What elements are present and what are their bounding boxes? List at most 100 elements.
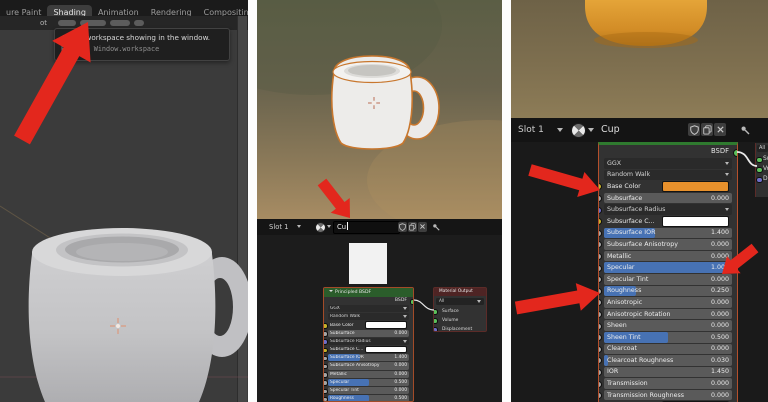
node-row-metallic[interactable]: Metallic0.000 xyxy=(604,251,732,262)
output-target-dropdown[interactable]: All xyxy=(436,298,484,305)
output-target-dropdown[interactable]: All xyxy=(757,145,768,152)
gray-socket-icon[interactable] xyxy=(599,369,602,376)
output-socket-surface[interactable]: Surface xyxy=(756,154,768,164)
node-row-transmission-roughness[interactable]: Transmission Roughness0.000 xyxy=(604,390,732,401)
yellow-socket-icon[interactable] xyxy=(324,348,328,354)
chevron-down-icon[interactable] xyxy=(557,128,563,132)
color-swatch[interactable] xyxy=(365,321,407,328)
gray-socket-icon[interactable] xyxy=(599,230,602,237)
node-row-subsurface-c-[interactable]: Subsurface C... xyxy=(604,216,732,227)
node-row-subsurface-radius[interactable]: Subsurface Radius xyxy=(604,204,732,215)
gray-socket-icon[interactable] xyxy=(599,241,602,248)
green-socket-icon[interactable] xyxy=(433,309,438,315)
gray-socket-icon[interactable] xyxy=(599,346,602,353)
output-socket-volume[interactable]: Volume xyxy=(434,316,486,325)
node-row-sheen[interactable]: Sheen0.000 xyxy=(604,320,732,331)
principled-bsdf-node-zoomed[interactable]: BSDF GGXRandom WalkBase ColorSubsurface0… xyxy=(598,142,738,402)
copy-icon[interactable] xyxy=(408,222,417,232)
gray-socket-icon[interactable] xyxy=(599,311,602,318)
fake-user-shield-icon[interactable] xyxy=(688,123,700,136)
white-mug-3d-object[interactable] xyxy=(257,0,502,219)
gray-socket-icon[interactable] xyxy=(324,380,328,386)
node-row-subsurface-c-[interactable]: Subsurface C... xyxy=(328,346,409,353)
material-output-node[interactable]: Material Output All SurfaceVolumeDisplac… xyxy=(433,287,487,332)
shader-node-editor[interactable]: BSDF GGXRandom WalkBase ColorSubsurface0… xyxy=(511,142,768,402)
pin-icon[interactable] xyxy=(431,222,440,232)
gray-socket-icon[interactable] xyxy=(324,372,328,378)
output-socket-displacement[interactable]: Displacement xyxy=(434,325,486,333)
node-row-specular-tint[interactable]: Specular Tint0.000 xyxy=(328,387,409,394)
node-row-ior[interactable]: IOR1.450 xyxy=(604,367,732,378)
green-socket-icon[interactable] xyxy=(433,318,438,324)
output-socket-volume[interactable]: Volume xyxy=(756,164,768,174)
gray-socket-icon[interactable] xyxy=(599,276,602,283)
material-name-input[interactable]: Cu xyxy=(333,221,400,234)
output-socket-surface[interactable]: Surface xyxy=(434,307,486,316)
slot-selector[interactable]: Slot 1 xyxy=(269,223,289,231)
green-socket-icon[interactable] xyxy=(756,167,763,174)
color-swatch[interactable] xyxy=(365,346,407,353)
yellow-socket-icon[interactable] xyxy=(599,218,602,225)
node-row-random-walk[interactable]: Random Walk xyxy=(604,170,732,181)
color-swatch[interactable] xyxy=(662,181,729,192)
node-row-sheen-tint[interactable]: Sheen Tint0.500 xyxy=(604,332,732,343)
shader-node-editor[interactable]: Principled BSDF BSDF GGXRandom WalkBase … xyxy=(257,235,502,402)
node-row-specular-tint[interactable]: Specular Tint0.000 xyxy=(604,274,732,285)
material-name-input[interactable]: Cup xyxy=(601,124,620,135)
node-row-ggx[interactable]: GGX xyxy=(604,158,732,169)
copy-icon[interactable] xyxy=(701,123,713,136)
pin-icon[interactable] xyxy=(739,123,751,136)
material-sphere-icon[interactable] xyxy=(315,222,326,233)
node-row-base-color[interactable]: Base Color xyxy=(328,321,409,328)
gray-socket-icon[interactable] xyxy=(599,265,602,272)
node-row-clearcoat[interactable]: Clearcoat0.000 xyxy=(604,344,732,355)
bsdf-output-socket-row[interactable]: BSDF xyxy=(599,145,737,158)
node-row-ggx[interactable]: GGX xyxy=(328,305,409,312)
node-row-subsurface-radius[interactable]: Subsurface Radius xyxy=(328,338,409,345)
principled-bsdf-node[interactable]: Principled BSDF BSDF GGXRandom WalkBase … xyxy=(323,287,414,402)
node-row-subsurface[interactable]: Subsurface0.000 xyxy=(604,193,732,204)
purple-socket-icon[interactable] xyxy=(433,327,438,332)
node-row-metallic[interactable]: Metallic0.000 xyxy=(328,371,409,378)
node-row-subsurface-ior[interactable]: Subsurface IOR1.400 xyxy=(328,354,409,361)
slot-selector[interactable]: Slot 1 xyxy=(518,125,544,135)
green-socket-icon[interactable] xyxy=(756,157,763,164)
gray-socket-icon[interactable] xyxy=(599,392,602,399)
node-row-subsurface-anisotropy[interactable]: Subsurface Anisotropy0.000 xyxy=(604,239,732,250)
purple-socket-icon[interactable] xyxy=(599,207,602,214)
node-row-transmission[interactable]: Transmission0.000 xyxy=(604,378,732,389)
node-header[interactable]: Principled BSDF xyxy=(324,288,413,297)
gray-socket-icon[interactable] xyxy=(599,195,602,202)
purple-socket-icon[interactable] xyxy=(324,339,328,345)
color-swatch[interactable] xyxy=(662,216,729,227)
output-socket-displacement[interactable]: Displacement xyxy=(756,174,768,184)
purple-socket-icon[interactable] xyxy=(756,177,763,184)
node-row-subsurface-ior[interactable]: Subsurface IOR1.400 xyxy=(604,228,732,239)
node-row-roughness[interactable]: Roughness0.500 xyxy=(328,395,409,402)
close-icon[interactable] xyxy=(714,123,726,136)
shading-viewport[interactable] xyxy=(257,0,502,219)
node-row-clearcoat-roughness[interactable]: Clearcoat Roughness0.030 xyxy=(604,355,732,366)
chevron-down-icon[interactable] xyxy=(327,225,331,228)
node-row-anisotropic-rotation[interactable]: Anisotropic Rotation0.000 xyxy=(604,309,732,320)
node-row-random-walk[interactable]: Random Walk xyxy=(328,313,409,320)
shader-socket-icon[interactable] xyxy=(733,149,738,157)
gray-socket-icon[interactable] xyxy=(599,288,602,295)
close-icon[interactable] xyxy=(418,222,427,232)
node-row-specular[interactable]: Specular0.500 xyxy=(328,379,409,386)
yellow-socket-icon[interactable] xyxy=(324,323,328,329)
fake-user-shield-icon[interactable] xyxy=(398,222,407,232)
gray-socket-icon[interactable] xyxy=(324,331,328,337)
gray-socket-icon[interactable] xyxy=(324,389,328,395)
node-header[interactable]: Material Output xyxy=(434,288,486,296)
node-row-anisotropic[interactable]: Anisotropic0.000 xyxy=(604,297,732,308)
material-sphere-icon[interactable] xyxy=(571,123,586,138)
gray-socket-icon[interactable] xyxy=(599,357,602,364)
chevron-down-icon[interactable] xyxy=(297,225,301,228)
gray-socket-icon[interactable] xyxy=(324,364,328,370)
gray-socket-icon[interactable] xyxy=(599,381,602,388)
gray-socket-icon[interactable] xyxy=(599,323,602,330)
gray-socket-icon[interactable] xyxy=(599,253,602,260)
bsdf-output-socket-row[interactable]: BSDF xyxy=(324,297,413,305)
node-row-roughness[interactable]: Roughness0.250 xyxy=(604,286,732,297)
